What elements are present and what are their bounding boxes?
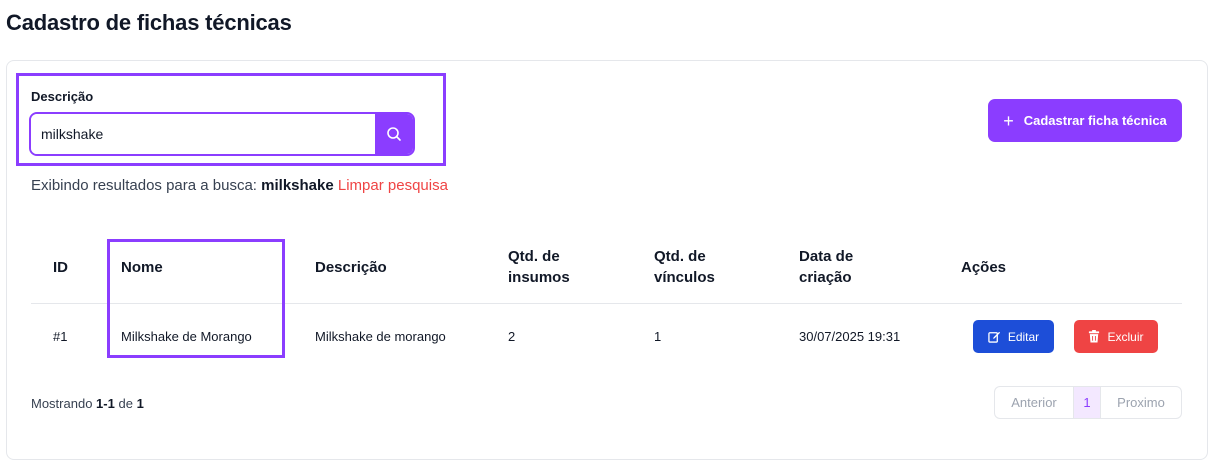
delete-button[interactable]: Excluir	[1074, 320, 1158, 353]
header-divider	[31, 303, 1182, 304]
col-header-nome: Nome	[121, 259, 163, 276]
col-header-qtd-insumos-line2: insumos	[508, 269, 570, 286]
results-summary: Exibindo resultados para a busca: milksh…	[31, 177, 448, 194]
col-header-id: ID	[53, 259, 68, 276]
search-button[interactable]	[375, 114, 413, 154]
col-header-data-criacao-line2: criação	[799, 269, 852, 286]
col-header-qtd-insumos-line1: Qtd. de	[508, 248, 560, 265]
col-header-acoes: Ações	[961, 259, 1007, 276]
add-sheet-label: Cadastrar ficha técnica	[1023, 113, 1167, 128]
trash-icon	[1089, 330, 1100, 343]
showing-prefix: Mostrando	[31, 396, 93, 411]
col-header-data-criacao-line1: Data de	[799, 248, 854, 265]
pagination-prev[interactable]: Anterior	[995, 387, 1073, 418]
cell-nome: Milkshake de Morango	[121, 329, 252, 344]
edit-button[interactable]: Editar	[973, 320, 1054, 353]
add-sheet-button[interactable]: + Cadastrar ficha técnica	[988, 99, 1182, 142]
pagination-next[interactable]: Proximo	[1101, 387, 1181, 418]
cell-qtd-vinculos: 1	[654, 329, 662, 344]
plus-icon: +	[1003, 110, 1014, 131]
edit-label: Editar	[1007, 329, 1040, 344]
col-header-data-criacao: Data de criação	[799, 246, 853, 288]
showing-of: de	[118, 396, 133, 411]
showing-range: 1-1	[96, 396, 115, 411]
results-term: milkshake	[261, 177, 334, 194]
col-header-descricao: Descrição	[315, 259, 387, 276]
pagination: Anterior 1 Proximo	[994, 386, 1182, 419]
page-title: Cadastro de fichas técnicas	[6, 10, 292, 35]
search-box	[29, 112, 415, 156]
results-prefix: Exibindo resultados para a busca:	[31, 177, 257, 194]
delete-label: Excluir	[1107, 329, 1144, 344]
cell-data-criacao: 30/07/2025 19:31	[799, 329, 901, 344]
search-icon	[387, 127, 401, 141]
cell-descricao: Milkshake de morango	[315, 329, 446, 344]
showing-total: 1	[136, 396, 144, 411]
edit-icon	[988, 331, 1000, 343]
cell-id: #1	[53, 329, 68, 344]
search-input[interactable]	[31, 114, 375, 154]
col-header-qtd-vinculos: Qtd. de vínculos	[654, 246, 715, 288]
pagination-page-1[interactable]: 1	[1073, 387, 1101, 418]
cell-qtd-insumos: 2	[508, 329, 516, 344]
clear-search-link[interactable]: Limpar pesquisa	[338, 177, 448, 194]
col-header-qtd-vinculos-line2: vínculos	[654, 269, 715, 286]
search-label: Descrição	[31, 89, 94, 104]
showing-summary: Mostrando 1-1 de 1	[31, 396, 144, 411]
col-header-qtd-insumos: Qtd. de insumos	[508, 246, 570, 288]
col-header-qtd-vinculos-line1: Qtd. de	[654, 248, 706, 265]
